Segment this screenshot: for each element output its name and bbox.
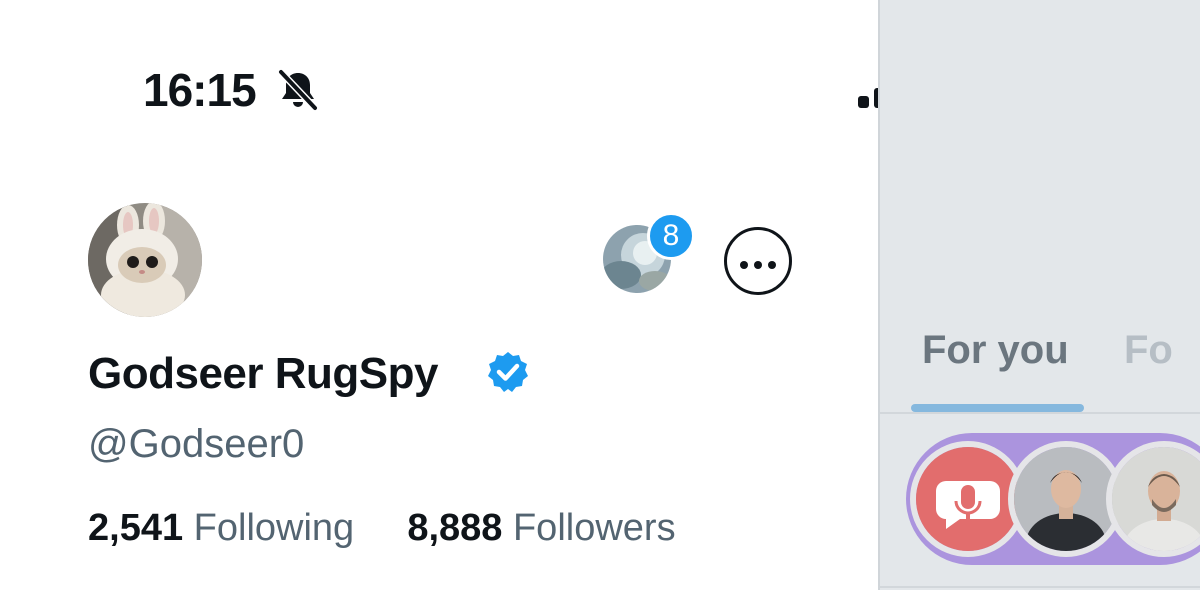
tabs-divider [880, 412, 1200, 414]
verified-badge-icon [488, 352, 528, 392]
status-time: 16:15 [143, 64, 257, 116]
followers-label: Followers [512, 507, 676, 549]
home-feed-overlay[interactable]: For you Fo [880, 0, 1200, 590]
tab-for-you[interactable]: For you [922, 328, 1069, 373]
followers-link[interactable]: 8,888 Followers [407, 507, 675, 549]
follow-stats: 2,541 Following 8,888 Followers [88, 502, 676, 554]
active-tab-indicator [911, 404, 1084, 412]
display-name[interactable]: Godseer RugSpy [88, 346, 438, 402]
profile-avatar[interactable] [88, 203, 202, 317]
notification-badge: 8 [647, 212, 695, 260]
feed-divider [880, 586, 1200, 588]
following-link[interactable]: 2,541 Following [88, 507, 365, 549]
tab-following[interactable]: Fo [1124, 328, 1173, 373]
bell-slash-icon [278, 69, 318, 111]
more-options-button[interactable] [724, 227, 792, 295]
followers-count: 8,888 [407, 507, 503, 549]
ellipsis-icon [727, 256, 789, 274]
following-count: 2,541 [88, 507, 184, 549]
user-handle: @Godseer0 [88, 422, 305, 466]
following-label: Following [193, 507, 355, 549]
